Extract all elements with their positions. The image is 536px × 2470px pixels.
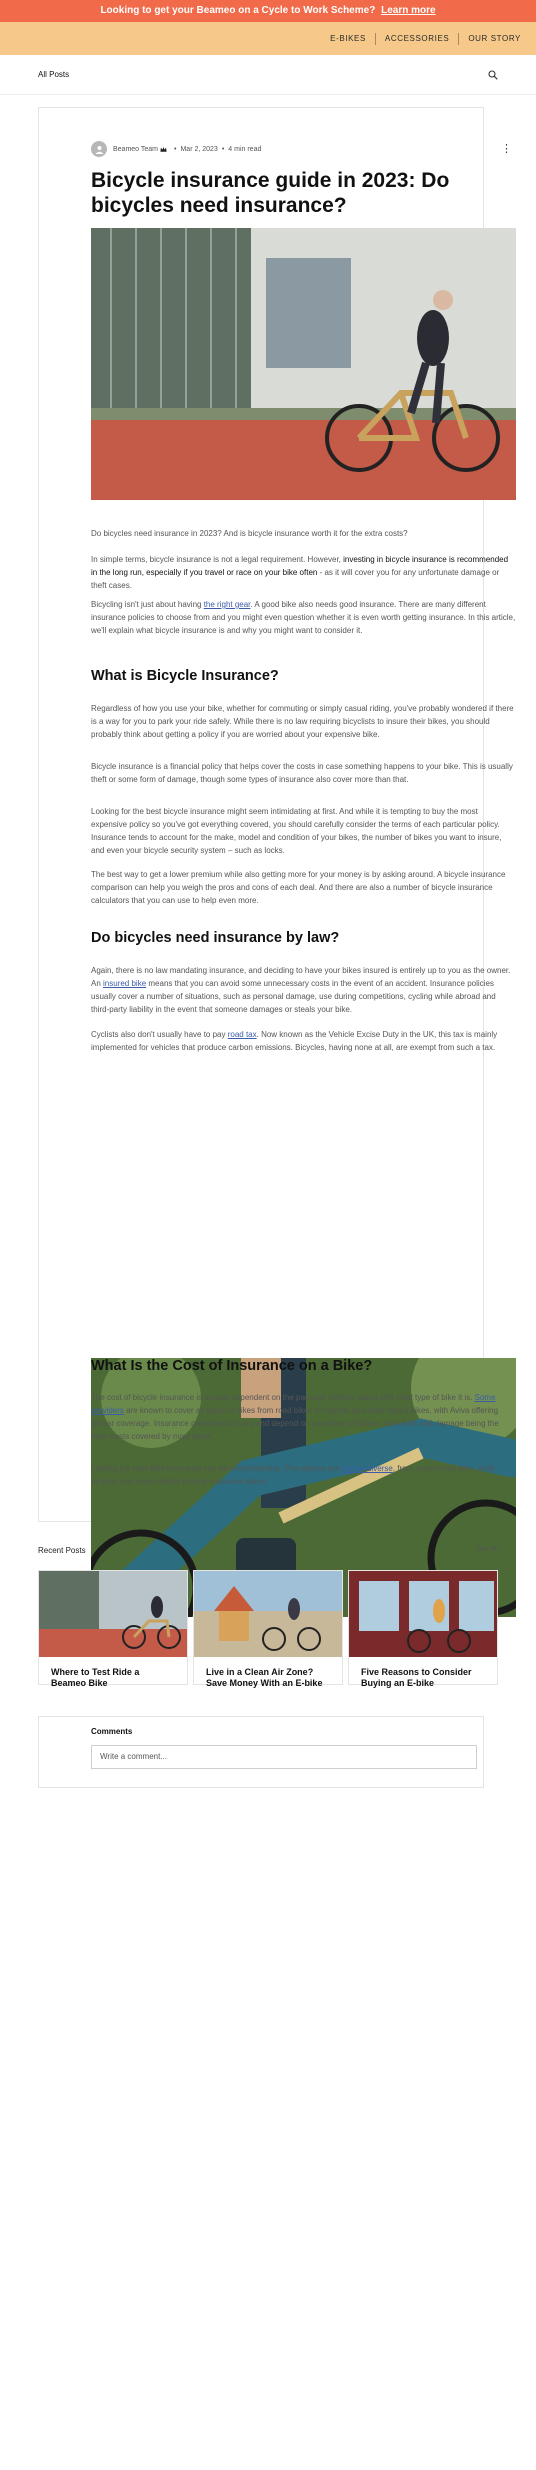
search-icon[interactable]	[488, 69, 498, 80]
comments-label: Comments	[91, 1727, 133, 1736]
blog-menu-bar: All Posts	[0, 55, 536, 95]
paragraph-1: Do bicycles need insurance in 2023? And …	[91, 529, 408, 538]
paragraph-10: The cost of bicycle insurance is usually…	[91, 1393, 499, 1441]
heading-by-law: Do bicycles need insurance by law?	[91, 930, 340, 946]
paragraph-6: Looking for the best bicycle insurance m…	[91, 807, 502, 855]
paragraph-2: In simple terms, bicycle insurance is no…	[91, 555, 509, 590]
meta-dot: •	[174, 145, 177, 153]
paragraph-7: The best way to get a lower premium whil…	[91, 870, 506, 905]
recent-post-image[interactable]	[39, 1571, 187, 1657]
recent-post-title[interactable]: Five Reasons to Consider Buying an E-bik…	[361, 1667, 486, 1689]
the-right-gear-link[interactable]: the right gear	[204, 600, 251, 609]
post-card: Beameo Team • Mar 2, 2023 • 4 min read ⋮…	[38, 107, 516, 1617]
promo-text: Looking to get your Beameo on a Cycle to…	[100, 5, 376, 16]
all-posts-link[interactable]: All Posts	[38, 70, 69, 79]
paragraph-9: Cyclists also don't usually have to pay …	[91, 1030, 498, 1052]
recent-post-title[interactable]: Where to Test Ride a Beameo Bike	[51, 1667, 176, 1689]
meta-dot: •	[221, 145, 225, 153]
recent-posts-header: Recent Posts See All	[38, 1546, 498, 1555]
recent-post-card[interactable]: Five Reasons to Consider Buying an E-bik…	[348, 1570, 498, 1688]
paragraph-4: Regardless of how you use your bike, whe…	[91, 704, 514, 739]
recent-posts-heading: Recent Posts	[38, 1546, 86, 1555]
promo-banner: Looking to get your Beameo on a Cycle to…	[0, 0, 536, 22]
more-actions-icon[interactable]: ⋮	[501, 141, 512, 157]
learn-more-link[interactable]: Learn more	[381, 5, 435, 16]
post-date: Mar 2, 2023	[180, 145, 218, 153]
just-as-diverse-link[interactable]: just as diverse	[342, 1464, 393, 1473]
recent-post-image[interactable]	[349, 1571, 497, 1657]
road-tax-link[interactable]: road tax	[228, 1030, 257, 1039]
insured-bike-link[interactable]: insured bike	[103, 979, 146, 988]
post-meta: Beameo Team • Mar 2, 2023 • 4 min read ⋮	[91, 141, 516, 157]
recent-post-card[interactable]: Live in a Clean Air Zone? Save Money Wit…	[193, 1570, 343, 1688]
nav-item-our-story[interactable]: OUR STORY	[459, 34, 530, 43]
nav-item-ebikes[interactable]: E-BIKES	[321, 34, 375, 43]
admin-crown-icon	[160, 146, 167, 152]
read-time: 4 min read	[228, 145, 262, 153]
paragraph-3: Bicycling isn't just about having the ri…	[91, 600, 516, 635]
heading-what-is: What is Bicycle Insurance?	[91, 668, 279, 684]
top-navigation: E-BIKES ACCESSORIES OUR STORY	[0, 22, 536, 55]
nav-item-accessories[interactable]: ACCESSORIES	[376, 34, 458, 43]
hero-photo	[91, 228, 516, 500]
heading-cost: What Is the Cost of Insurance on a Bike?	[91, 1358, 373, 1374]
comment-input[interactable]: Write a comment...	[91, 1745, 477, 1769]
comments-section: Comments Write a comment...	[38, 1716, 484, 1788]
paragraph-8: Again, there is no law mandating insuran…	[91, 966, 511, 1014]
see-all-link[interactable]: See All	[476, 1546, 498, 1555]
recent-post-card[interactable]: Where to Test Ride a Beameo Bike	[38, 1570, 188, 1688]
recent-post-title[interactable]: Live in a Clean Air Zone? Save Money Wit…	[206, 1667, 331, 1689]
post-title: Bicycle insurance guide in 2023: Do bicy…	[91, 169, 450, 217]
paragraph-5: Bicycle insurance is a financial policy …	[91, 762, 513, 784]
recent-post-image[interactable]	[194, 1571, 342, 1657]
author-avatar[interactable]	[91, 141, 107, 157]
paragraph-11: Finding the best bike insurance can be o…	[91, 1464, 495, 1486]
author-name[interactable]: Beameo Team	[113, 146, 158, 153]
